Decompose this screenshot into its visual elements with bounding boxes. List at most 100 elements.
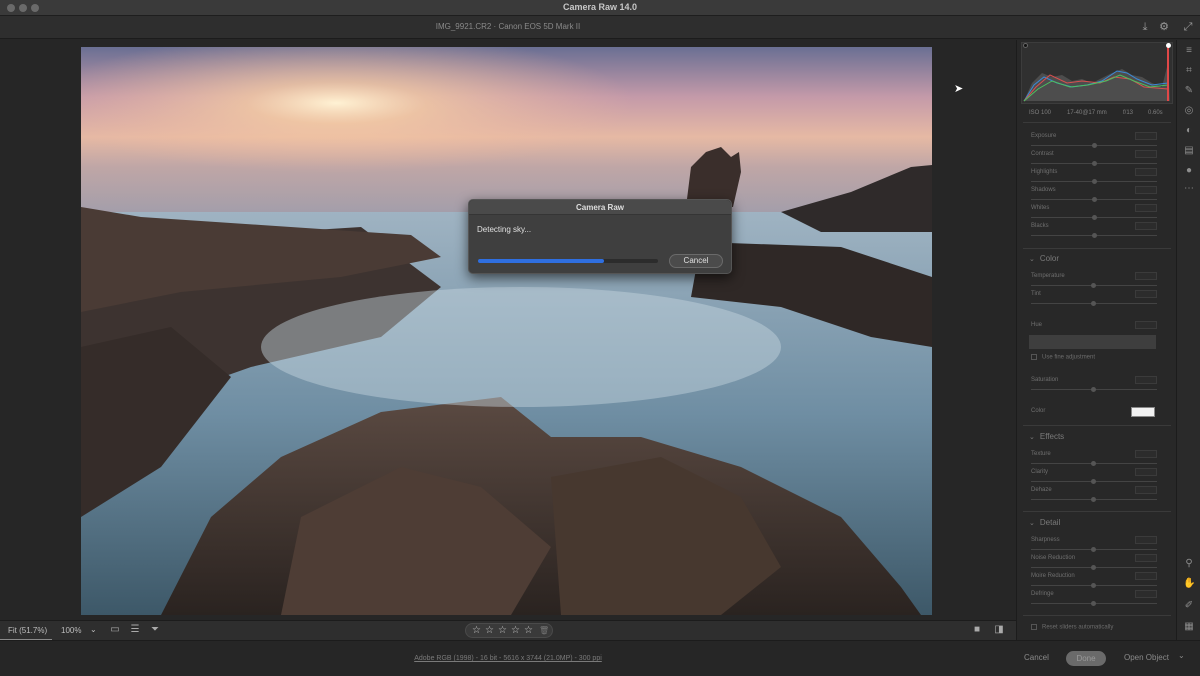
shadow-clipping-icon[interactable] xyxy=(1023,43,1028,48)
highlight-clipping-icon[interactable] xyxy=(1166,43,1171,48)
slider-knob[interactable] xyxy=(1091,301,1096,306)
gear-icon[interactable]: ⚙ xyxy=(1157,20,1171,34)
zoom-tool-icon[interactable]: ⚲ xyxy=(1183,558,1195,570)
color-section-header[interactable]: ⌄ Color xyxy=(1029,254,1059,263)
noise-reduction-label: Noise Reduction xyxy=(1031,555,1076,561)
fine-adjustment-checkbox[interactable]: Use fine adjustment xyxy=(1031,354,1095,361)
tint-value[interactable] xyxy=(1135,290,1157,298)
detail-section-title: Detail xyxy=(1039,518,1061,527)
divider xyxy=(1023,122,1171,123)
slider-value[interactable] xyxy=(1135,168,1157,176)
slider-knob[interactable] xyxy=(1091,387,1096,392)
progress-track xyxy=(478,259,658,263)
dehaze-value[interactable] xyxy=(1135,486,1157,494)
fit-zoom-button[interactable]: Fit (51.7%) xyxy=(8,626,47,635)
star-2-icon[interactable]: ☆ xyxy=(485,625,494,636)
chevron-down-icon[interactable]: ⌄ xyxy=(90,625,97,634)
texture-value[interactable] xyxy=(1135,450,1157,458)
healing-brush-icon[interactable]: ✎ xyxy=(1183,85,1195,97)
slider-knob[interactable] xyxy=(1091,565,1096,570)
star-3-icon[interactable]: ☆ xyxy=(498,625,507,636)
filmstrip-icon[interactable]: ▭ xyxy=(109,624,121,637)
presets-icon[interactable]: ● xyxy=(1183,165,1195,177)
chevron-down-icon[interactable]: ⌄ xyxy=(1178,651,1185,660)
footer-cancel-button[interactable]: Cancel xyxy=(1024,653,1049,662)
view-mode-icon[interactable]: ■ xyxy=(971,624,983,637)
cancel-button[interactable]: Cancel xyxy=(669,254,723,268)
snapshots-icon[interactable]: ▤ xyxy=(1183,145,1195,157)
temperature-value[interactable] xyxy=(1135,272,1157,280)
sharpness-value[interactable] xyxy=(1135,536,1157,544)
divider xyxy=(1023,425,1171,426)
slider-value[interactable] xyxy=(1135,132,1157,140)
reset-sliders-checkbox[interactable]: Reset sliders automatically xyxy=(1031,624,1113,631)
done-button[interactable]: Done xyxy=(1066,651,1106,666)
slider-knob[interactable] xyxy=(1092,143,1097,148)
image-canvas[interactable] xyxy=(0,40,1016,620)
save-image-icon[interactable]: ⤓ xyxy=(1138,20,1152,34)
crop-icon[interactable]: ⌗ xyxy=(1183,65,1195,77)
star-4-icon[interactable]: ☆ xyxy=(511,625,520,636)
slider-knob[interactable] xyxy=(1091,461,1096,466)
edit-panel: ISO 100 17-40@17 mm f/13 0.60s Exposure C… xyxy=(1016,40,1176,640)
sort-icon[interactable]: ☰ xyxy=(129,624,141,637)
slider-value[interactable] xyxy=(1135,186,1157,194)
defringe-label: Defringe xyxy=(1031,591,1054,597)
slider-label: Highlights xyxy=(1031,169,1058,175)
slider-knob[interactable] xyxy=(1092,161,1097,166)
dialog-title: Camera Raw xyxy=(469,200,731,215)
divider xyxy=(1023,511,1171,512)
clarity-value[interactable] xyxy=(1135,468,1157,476)
color-swatch[interactable] xyxy=(1131,407,1155,417)
hand-tool-icon[interactable]: ✋ xyxy=(1183,578,1195,590)
slider-knob[interactable] xyxy=(1092,215,1097,220)
photo-preview xyxy=(81,47,932,615)
slider-knob[interactable] xyxy=(1091,583,1096,588)
slider-knob[interactable] xyxy=(1091,479,1096,484)
saturation-value[interactable] xyxy=(1135,376,1157,384)
slider-knob[interactable] xyxy=(1092,233,1097,238)
star-5-icon[interactable]: ☆ xyxy=(524,625,533,636)
hue-bar[interactable] xyxy=(1029,335,1156,349)
histogram xyxy=(1021,42,1173,104)
defringe-value[interactable] xyxy=(1135,590,1157,598)
slider-label: Blacks xyxy=(1031,223,1049,229)
slider-knob[interactable] xyxy=(1092,179,1097,184)
more-icon[interactable]: ⋯ xyxy=(1183,183,1195,195)
slider-value[interactable] xyxy=(1135,222,1157,230)
slider-value[interactable] xyxy=(1135,150,1157,158)
trash-icon[interactable]: 🗑 xyxy=(539,626,549,635)
workflow-options-link[interactable]: Adobe RGB (1998) - 16 bit - 5616 x 3744 … xyxy=(0,655,1016,662)
color-sampler-icon[interactable]: ✐ xyxy=(1183,600,1195,612)
sharpness-label: Sharpness xyxy=(1031,537,1060,543)
expand-icon[interactable]: ⤢ xyxy=(1181,20,1195,34)
slider-knob[interactable] xyxy=(1092,197,1097,202)
slider-knob[interactable] xyxy=(1091,547,1096,552)
tint-label: Tint xyxy=(1031,291,1041,297)
star-1-icon[interactable]: ☆ xyxy=(472,625,481,636)
slider-knob[interactable] xyxy=(1091,283,1096,288)
moire-reduction-value[interactable] xyxy=(1135,572,1157,580)
slider-knob[interactable] xyxy=(1091,497,1096,502)
tool-strip: ≡ ⌗ ✎ ◎ ◐ ▤ ● ⋯ ⚲ ✋ ✐ ▦ xyxy=(1176,40,1200,640)
effects-section-header[interactable]: ⌄ Effects xyxy=(1029,432,1064,441)
effects-section-title: Effects xyxy=(1039,432,1065,441)
lens-readout: 17-40@17 mm xyxy=(1067,110,1107,116)
compare-view-icon[interactable]: ◨ xyxy=(993,624,1005,637)
slider-knob[interactable] xyxy=(1091,601,1096,606)
red-eye-icon[interactable]: ◎ xyxy=(1183,105,1195,117)
texture-label: Texture xyxy=(1031,451,1051,457)
noise-reduction-value[interactable] xyxy=(1135,554,1157,562)
checkbox[interactable] xyxy=(1031,624,1037,630)
grid-overlay-icon[interactable]: ▦ xyxy=(1183,621,1195,633)
checkbox[interactable] xyxy=(1031,354,1037,360)
edit-icon[interactable]: ≡ xyxy=(1183,45,1195,57)
file-info: IMG_9921.CR2 · Canon EOS 5D Mark II xyxy=(435,22,581,31)
detail-section-header[interactable]: ⌄ Detail xyxy=(1029,518,1060,527)
filter-icon[interactable]: ⏷ xyxy=(149,624,161,637)
masking-icon[interactable]: ◐ xyxy=(1183,125,1195,137)
hue-value[interactable] xyxy=(1135,321,1157,329)
zoom-level-dropdown[interactable]: 100% xyxy=(61,626,81,635)
open-object-button[interactable]: Open Object xyxy=(1124,653,1169,662)
slider-value[interactable] xyxy=(1135,204,1157,212)
